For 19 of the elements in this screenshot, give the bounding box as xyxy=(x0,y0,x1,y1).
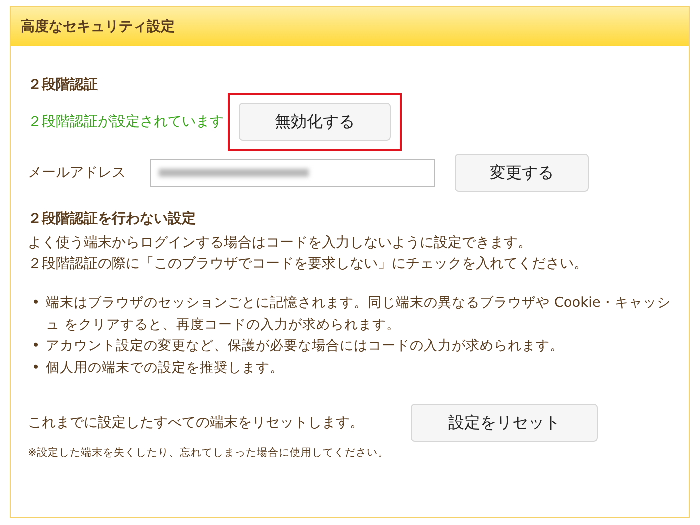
reset-button[interactable]: 設定をリセット xyxy=(411,404,598,442)
section-heading: ２段階認証 xyxy=(28,76,99,95)
note-text: ※設定した端末を失くしたり、忘れてしまった場合に使用してください。 xyxy=(28,446,390,460)
status-text: ２段階認証が設定されています xyxy=(28,113,224,131)
bullet-marker: • xyxy=(32,294,42,313)
change-button[interactable]: 変更する xyxy=(455,154,589,192)
email-field[interactable] xyxy=(150,159,435,187)
bullet-marker: • xyxy=(32,337,42,356)
description-text: ２段階認証の際に「このブラウザでコードを要求しない」にチェックを入れてください。 xyxy=(28,255,589,274)
bullet-marker: • xyxy=(32,358,42,378)
email-label: メールアドレス xyxy=(28,164,127,182)
bullet-item: 端末はブラウザのセッションごとに記憶されます。同じ端末の異なるブラウザや Cookie・キャッシュ をクリアすると、再度コードの入力が求められます。 xyxy=(46,294,672,334)
section-heading: ２段階認証を行わない設定 xyxy=(28,210,197,229)
reset-text: これまでに設定したすべての端末をリセットします。 xyxy=(28,414,365,432)
panel-title: 高度なセキュリティ設定 xyxy=(11,7,689,46)
description-text: よく使う端末からログインする場合はコードを入力しないように設定できます。 xyxy=(28,234,533,253)
disable-button[interactable]: 無効化する xyxy=(239,103,391,141)
bullet-item: アカウント設定の変更など、保護が必要な場合にはコードの入力が求められます。 xyxy=(46,337,565,356)
bullet-item: 個人用の端末での設定を推奨します。 xyxy=(46,358,285,378)
